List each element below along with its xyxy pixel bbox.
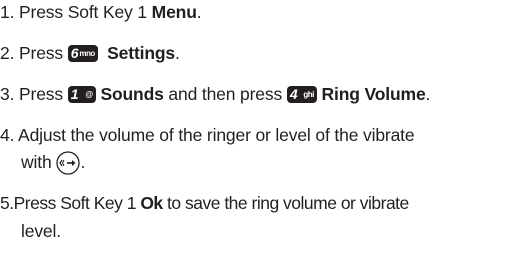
ring-volume-label: Ring Volume xyxy=(321,84,426,104)
key-1-icon: 1 @ xyxy=(67,86,96,103)
step-number: 5. xyxy=(0,193,14,213)
instructions: 1. Press Soft Key 1 Menu. 2. Press 6 mno … xyxy=(0,0,532,256)
step-number: 3. xyxy=(0,84,15,104)
key-6-icon: 6 mno xyxy=(67,45,98,62)
step-5: 5.Press Soft Key 1 Ok to save the ring v… xyxy=(0,193,409,213)
sounds-label: Sounds xyxy=(100,84,164,104)
step-text: Adjust the volume of the ringer or level… xyxy=(18,125,415,145)
step-2: 2. Press 6 mno Settings. xyxy=(0,43,180,63)
step-4-continued: with . xyxy=(21,147,85,177)
step-number: 4. xyxy=(0,125,15,145)
ok-label: Ok xyxy=(140,193,163,213)
navigation-key-icon xyxy=(55,151,81,175)
key-4-icon: 4 ghi xyxy=(286,86,317,103)
settings-label: Settings xyxy=(107,43,175,63)
menu-label: Menu xyxy=(151,2,197,22)
step-text: Press Soft Key 1 xyxy=(19,2,152,22)
step-number: 1. xyxy=(0,2,15,22)
step-number: 2. xyxy=(0,43,15,63)
step-text: Press xyxy=(19,84,68,104)
step-3: 3. Press 1 @ Sounds and then press 4 ghi R… xyxy=(0,84,431,104)
step-4: 4. Adjust the volume of the ringer or le… xyxy=(0,120,415,150)
step-1: 1. Press Soft Key 1 Menu. xyxy=(0,2,202,22)
step-text: Press xyxy=(19,43,68,63)
step-text: Press Soft Key 1 xyxy=(13,193,141,213)
step-5-continued: level. xyxy=(21,221,61,241)
